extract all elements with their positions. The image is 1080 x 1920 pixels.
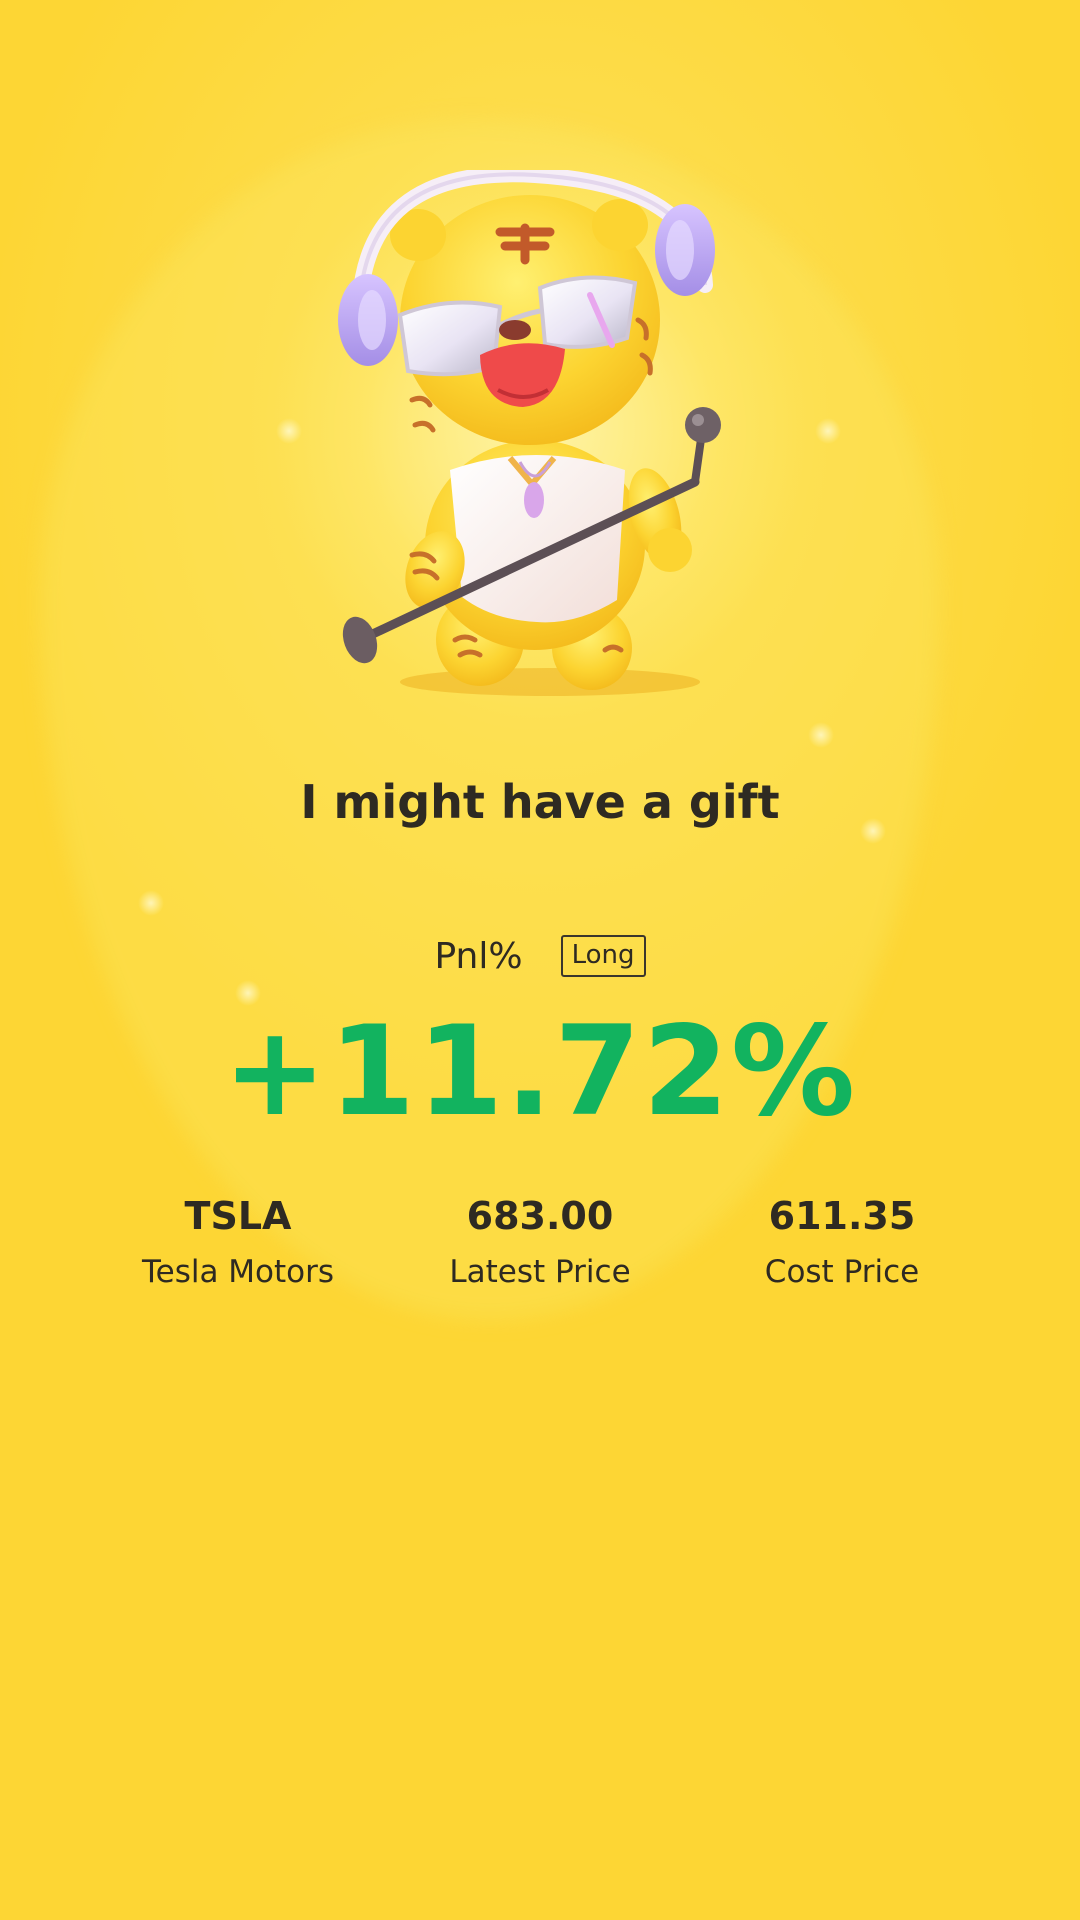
cost-price-label: Cost Price [764,1254,920,1290]
sparkle-decoration [138,890,164,916]
stock-symbol: TSLA [184,1194,292,1238]
latest-price-label: Latest Price [449,1254,631,1290]
tiger-singer-mascot-icon [338,170,721,696]
pnl-percentage-value: +11.72% [222,1000,858,1144]
sparkle-decoration [815,418,841,444]
latest-price-value: 683.00 [466,1194,614,1238]
stat-latest-price: 683.00 Latest Price [380,1190,700,1292]
position-direction-badge: Long [560,935,646,977]
pnl-header: Pnl% Long [0,935,1080,977]
position-stats: TSLA Tesla Motors 683.00 Latest Price 61… [0,1190,1080,1310]
stock-name: Tesla Motors [141,1254,335,1290]
stat-symbol: TSLA Tesla Motors [78,1190,398,1292]
cost-price-value: 611.35 [768,1194,916,1238]
sparkle-decoration [276,418,302,444]
sparkle-decoration [808,722,834,748]
stat-cost-price: 611.35 Cost Price [682,1190,1002,1292]
pnl-label: Pnl% [434,935,523,977]
gift-headline: I might have a gift [300,775,780,829]
